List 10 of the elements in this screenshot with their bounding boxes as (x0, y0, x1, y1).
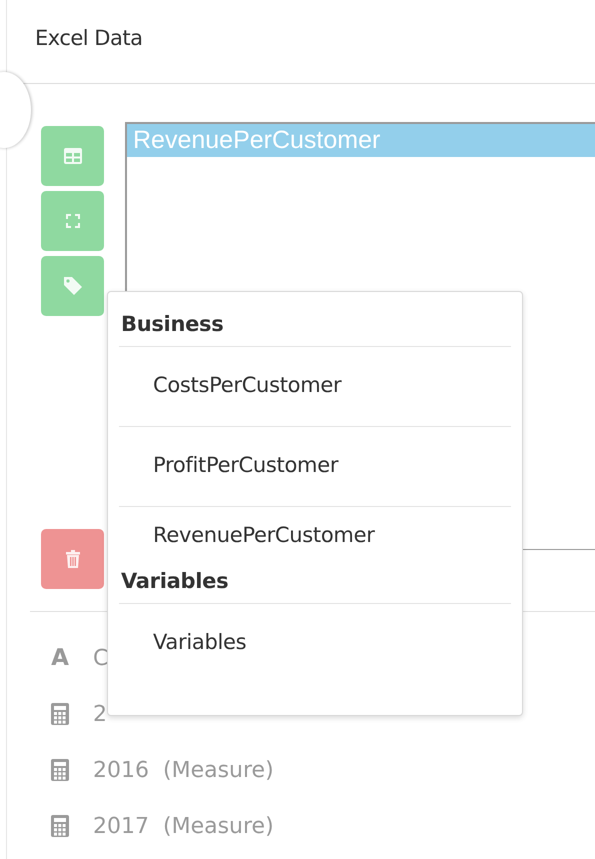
field-name: 2 (93, 702, 107, 726)
menu-group-heading: Business (119, 306, 511, 347)
field-name: 2016 (93, 758, 149, 782)
field-type: (Measure) (163, 814, 274, 838)
field-name: C (93, 646, 108, 670)
field-type: (Measure) (163, 758, 274, 782)
menu-group-heading: Variables (119, 563, 511, 604)
panel-title: Excel Data (35, 26, 142, 50)
letter-icon: A (51, 645, 69, 671)
field-name: 2017 (93, 814, 149, 838)
